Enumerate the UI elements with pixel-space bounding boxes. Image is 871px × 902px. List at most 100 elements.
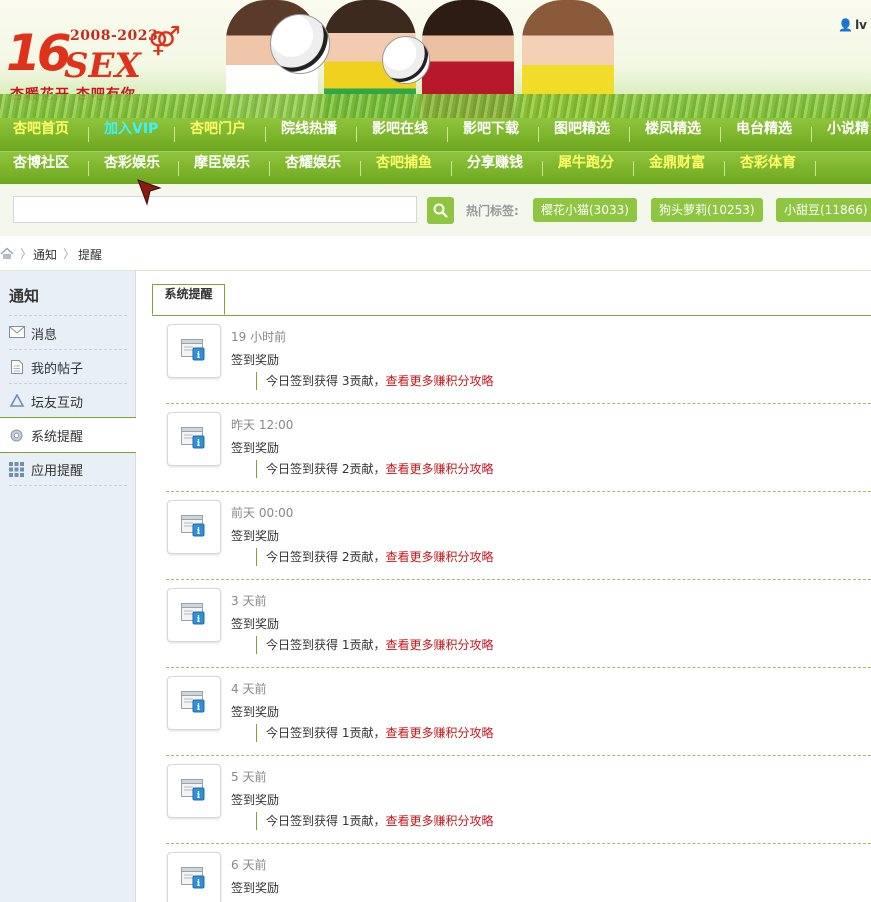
sidebar-item-label: 消息: [31, 328, 58, 343]
soccer-ball-icon: [270, 14, 330, 74]
nav-item[interactable]: 电台精选: [736, 118, 792, 151]
window-info-icon: i: [181, 339, 205, 361]
hot-tag[interactable]: 小甜豆(11866): [776, 198, 871, 222]
search-bar: 热门标签: 樱花小猫(3033) 狗头萝莉(10253) 小甜豆(11866): [0, 184, 871, 236]
svg-text:i: i: [197, 439, 201, 449]
notice-item: i 6 天前签到奖励: [166, 844, 871, 902]
system-notice-icon: i: [167, 500, 221, 554]
nav-separator: [178, 161, 179, 176]
sidebar-item-label: 应用提醒: [31, 464, 84, 479]
notice-time: 19 小时前: [231, 330, 287, 344]
earn-points-link[interactable]: 查看更多赚积分攻略: [385, 638, 493, 652]
username: lv: [855, 18, 867, 32]
notice-quote: 今日签到获得 2贡献，查看更多赚积分攻略: [256, 460, 493, 478]
divider: [9, 485, 127, 486]
user-link[interactable]: 👤 lv: [838, 18, 867, 32]
notice-quote: 今日签到获得 3贡献，查看更多赚积分攻略: [256, 372, 493, 390]
main-nav: 杏吧首页 加入VIP 杏吧门户 院线热播 影吧在线 影吧下载 图吧精选 楼凤精选 电台精选 小说精: [0, 118, 871, 151]
nav-item[interactable]: 杏吧首页: [13, 118, 69, 151]
system-notice-icon: i: [167, 764, 221, 818]
nav-separator: [451, 161, 452, 176]
notice-text: 今日签到获得 2贡献，: [266, 550, 386, 564]
earn-points-link[interactable]: 查看更多赚积分攻略: [385, 374, 493, 388]
nav-item[interactable]: 小说精: [827, 118, 869, 151]
nav-item[interactable]: 金鼎财富: [649, 152, 705, 185]
tab-bar: 系统提醒: [152, 284, 871, 316]
sidebar-item-label: 坛友互动: [31, 396, 84, 411]
notice-text: 今日签到获得 2贡献，: [266, 462, 386, 476]
sidebar-item-app-reminder[interactable]: 应用提醒: [0, 452, 135, 486]
nav-item[interactable]: 楼凤精选: [645, 118, 701, 151]
svg-text:i: i: [197, 879, 201, 889]
nav-separator: [356, 127, 357, 142]
nav-separator: [629, 127, 630, 142]
notice-title: 签到奖励: [231, 441, 280, 455]
sidebar-item-messages[interactable]: 消息: [0, 316, 135, 350]
notice-item: i 昨天 12:00 签到奖励 今日签到获得 2贡献，查看更多赚积分攻略: [166, 404, 871, 492]
hot-tag[interactable]: 狗头萝莉(10253): [651, 198, 763, 222]
secondary-nav: 杏博社区 杏彩娱乐 摩臣娱乐 杏耀娱乐 杏吧捕鱼 分享赚钱 犀牛跑分 金鼎财富 杏彩体育: [0, 151, 871, 184]
search-input[interactable]: [13, 196, 417, 223]
nav-separator: [811, 127, 812, 142]
tab-system-reminder[interactable]: 系统提醒: [152, 284, 225, 315]
sidebar-item-system-reminder[interactable]: 系统提醒: [0, 417, 136, 453]
nav-item[interactable]: 犀牛跑分: [558, 152, 614, 185]
user-icon: 👤: [838, 18, 854, 32]
notice-title: 签到奖励: [231, 793, 280, 807]
notice-title: 签到奖励: [231, 705, 280, 719]
nav-item[interactable]: 加入VIP: [104, 118, 158, 151]
svg-text:i: i: [197, 703, 201, 713]
notice-time: 6 天前: [231, 858, 267, 872]
system-notice-icon: i: [167, 324, 221, 378]
grid-icon: [9, 462, 24, 477]
home-icon[interactable]: [0, 247, 14, 260]
nav-item[interactable]: 分享赚钱: [467, 152, 523, 185]
notice-quote: 今日签到获得 2贡献，查看更多赚积分攻略: [256, 548, 493, 566]
nav-item[interactable]: 影吧在线: [372, 118, 428, 151]
svg-text:i: i: [197, 615, 201, 625]
hot-tag[interactable]: 樱花小猫(3033): [533, 198, 637, 222]
nav-separator: [447, 127, 448, 142]
breadcrumb-reminder[interactable]: 提醒: [78, 246, 102, 263]
earn-points-link[interactable]: 查看更多赚积分攻略: [385, 550, 493, 564]
notice-text: 今日签到获得 1贡献，: [266, 814, 386, 828]
nav-separator: [815, 161, 816, 176]
sidebar-item-interaction[interactable]: 坛友互动: [0, 384, 135, 418]
notice-item: i 19 小时前 签到奖励今日签到获得 3贡献，查看更多赚积分攻略: [166, 316, 871, 404]
document-icon: [11, 360, 23, 374]
notice-quote: 今日签到获得 1贡献，查看更多赚积分攻略: [256, 812, 493, 830]
system-notice-icon: i: [167, 412, 221, 466]
earn-points-link[interactable]: 查看更多赚积分攻略: [385, 814, 493, 828]
earn-points-link[interactable]: 查看更多赚积分攻略: [385, 462, 493, 476]
search-button[interactable]: [427, 197, 454, 224]
window-info-icon: i: [181, 691, 205, 713]
nav-item[interactable]: 杏彩体育: [740, 152, 796, 185]
search-icon: [433, 203, 448, 218]
earn-points-link[interactable]: 查看更多赚积分攻略: [385, 726, 493, 740]
window-info-icon: i: [181, 779, 205, 801]
nav-separator: [720, 127, 721, 142]
nav-item[interactable]: 杏耀娱乐: [285, 152, 341, 185]
nav-item[interactable]: 杏吧捕鱼: [376, 152, 432, 185]
notice-text: 今日签到获得 1贡献，: [266, 726, 386, 740]
nav-item[interactable]: 影吧下载: [463, 118, 519, 151]
svg-text:i: i: [197, 791, 201, 801]
nav-item[interactable]: 图吧精选: [554, 118, 610, 151]
nav-item[interactable]: 院线热播: [281, 118, 337, 151]
nav-item[interactable]: 杏博社区: [13, 152, 69, 185]
nav-item[interactable]: 摩臣娱乐: [194, 152, 250, 185]
hot-tags-label: 热门标签:: [466, 204, 519, 218]
site-logo[interactable]: 16 2008-2023 SEX ⚤ 杏暖花开 杏吧有你: [6, 10, 196, 105]
window-info-icon: i: [181, 427, 205, 449]
nav-separator: [269, 161, 270, 176]
header-banner: 16 2008-2023 SEX ⚤ 杏暖花开 杏吧有你 👤lv: [0, 0, 871, 119]
notice-title: 签到奖励: [231, 353, 280, 367]
notice-title: 签到奖励: [231, 881, 280, 895]
sidebar-item-my-posts[interactable]: 我的帖子: [0, 350, 135, 384]
notice-quote: 今日签到获得 1贡献，查看更多赚积分攻略: [256, 724, 493, 742]
breadcrumb-notice[interactable]: 通知: [33, 246, 57, 263]
notice-title: 签到奖励: [231, 529, 280, 543]
nav-separator: [88, 127, 89, 142]
notice-time: 3 天前: [231, 594, 267, 608]
nav-item[interactable]: 杏吧门户: [190, 118, 246, 151]
